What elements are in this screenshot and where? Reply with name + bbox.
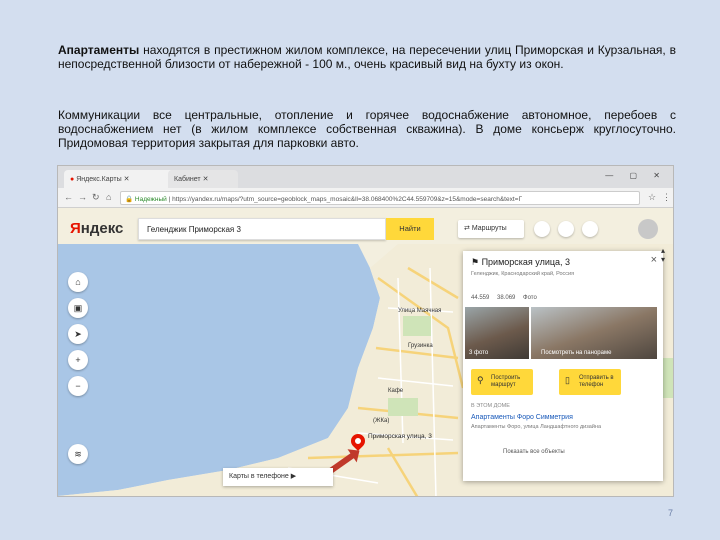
share-icon[interactable]	[582, 221, 598, 237]
tab-label: Кабинет	[174, 176, 201, 183]
zoom-in-button[interactable]: +	[68, 350, 88, 370]
zoom-out-button[interactable]: −	[68, 376, 88, 396]
close-card-button[interactable]: ×	[651, 254, 657, 266]
card-meta: 44.559 38.069 Фото	[471, 295, 537, 301]
show-all-link[interactable]: Показать все объекты	[503, 449, 565, 455]
card-title-text: Приморская улица, 3	[481, 257, 571, 267]
avatar[interactable]	[638, 219, 658, 239]
layers-print-button[interactable]: ▣	[68, 298, 88, 318]
browser-tab-bar: ● Яндекс.Карты ✕ Кабинет ✕ — ▢ ✕	[58, 166, 673, 188]
route-icon: ⇄	[464, 225, 472, 232]
routes-label: Маршруты	[471, 225, 507, 232]
paragraph-2: Коммуникации все центральные, отопление …	[58, 108, 676, 150]
map-label: Кафе	[388, 388, 404, 394]
tab-yandex-maps[interactable]: ● Яндекс.Карты ✕	[64, 170, 174, 188]
photo-count-label: 3 фото	[469, 350, 489, 356]
vertical-scrollbar[interactable]: ▴ ▾	[661, 246, 671, 264]
forward-icon[interactable]: →	[78, 192, 87, 202]
lock-icon: 🔒	[125, 196, 135, 203]
pin-label: Приморская улица, 3	[368, 433, 432, 440]
printer-icon: ▣	[73, 303, 83, 313]
app-promo-label: Карты в телефоне	[229, 473, 289, 480]
map-label: Улица Маячная	[398, 308, 442, 314]
layers-icon: ≋	[74, 449, 82, 459]
build-route-label: Построить маршрут	[491, 375, 521, 388]
organization-link[interactable]: Апартаменты Форо Симметрия	[471, 414, 573, 421]
card-title: ⚑ Приморская улица, 3	[471, 257, 570, 268]
section-heading: В ЭТОМ ДОМЕ	[471, 403, 510, 409]
star-icon[interactable]: ☆	[648, 192, 656, 203]
tab-label: Яндекс.Карты	[76, 176, 122, 183]
slide: Апартаменты находятся в престижном жилом…	[0, 0, 720, 540]
paragraph-1-bold: Апартаменты	[58, 43, 140, 57]
home-button[interactable]: ⌂	[68, 272, 88, 292]
panorama-icon[interactable]	[558, 221, 574, 237]
route-icon: ⚲	[477, 375, 484, 385]
browser-screenshot: ⌂ ▣ ➤ + − ≋ ✎ ⚲ ▭ ⇪ ⚐ Улица Маячная Груз…	[57, 165, 674, 497]
location-arrow-icon: ➤	[74, 329, 82, 339]
paragraph-1-text: находятся в престижном жилом комплексе, …	[58, 43, 676, 71]
locate-button[interactable]: ➤	[68, 324, 88, 344]
url-input[interactable]: 🔒 Надежный | https://yandex.ru/maps/?utm…	[120, 191, 640, 205]
logo-ya: Я	[70, 220, 81, 237]
yandex-logo[interactable]: Яндекс	[70, 220, 123, 237]
build-route-button[interactable]: ⚲ Построить маршрут	[471, 369, 533, 395]
layers-button[interactable]: ≋	[68, 444, 88, 464]
phone-icon: ▯	[565, 375, 570, 385]
map-header: Яндекс Геленджик Приморская 3 Найти ⇄ Ма…	[58, 208, 673, 244]
plus-icon: +	[75, 355, 81, 365]
home-icon: ⌂	[75, 277, 81, 287]
secure-label: Надежный	[134, 196, 167, 203]
address-bar-row: ← → ↻ ⌂ 🔒 Надежный | https://yandex.ru/m…	[58, 188, 673, 208]
logo-rest: ндекс	[80, 220, 124, 237]
map-label: Грузинка	[408, 343, 433, 349]
card-subtitle: Геленджик, Краснодарский край, Россия	[471, 271, 575, 277]
reload-icon[interactable]: ↻	[92, 192, 100, 203]
organization-description: Апартаменты Форо, улица Ландшафтного диз…	[471, 424, 602, 430]
address-card: ⚑ Приморская улица, 3 × Геленджик, Красн…	[463, 251, 663, 481]
minus-icon: −	[75, 381, 81, 391]
bookmark-icon[interactable]: ⚑	[471, 257, 482, 267]
find-button[interactable]: Найти	[386, 218, 434, 240]
panorama-label: Посмотреть на панораме	[541, 350, 612, 356]
send-to-phone-label: Отправить в телефон	[579, 375, 614, 388]
paragraph-1: Апартаменты находятся в престижном жилом…	[58, 43, 676, 71]
tab-cabinet[interactable]: Кабинет ✕	[168, 170, 238, 188]
close-icon[interactable]: ✕	[203, 176, 209, 183]
routes-button[interactable]: ⇄ Маршруты	[458, 220, 524, 238]
search-input[interactable]: Геленджик Приморская 3	[138, 218, 386, 240]
traffic-icon[interactable]	[534, 221, 550, 237]
close-icon[interactable]: ✕	[124, 176, 130, 183]
menu-icon[interactable]: ⋮	[662, 192, 671, 203]
home-icon[interactable]: ⌂	[106, 192, 111, 202]
send-to-phone-button[interactable]: ▯ Отправить в телефон	[559, 369, 621, 395]
map-label: (ЖКа)	[373, 418, 390, 424]
window-controls[interactable]: — ▢ ✕	[605, 171, 667, 180]
slide-number: 7	[668, 508, 674, 518]
panorama-thumbnail[interactable]: Посмотреть на панораме	[531, 307, 657, 359]
app-promo[interactable]: Карты в телефоне ▶	[223, 468, 333, 486]
back-icon[interactable]: ←	[64, 192, 73, 202]
photo-thumbnail[interactable]: 3 фото	[465, 307, 529, 359]
url-text: https://yandex.ru/maps/?utm_source=geobl…	[172, 196, 522, 203]
